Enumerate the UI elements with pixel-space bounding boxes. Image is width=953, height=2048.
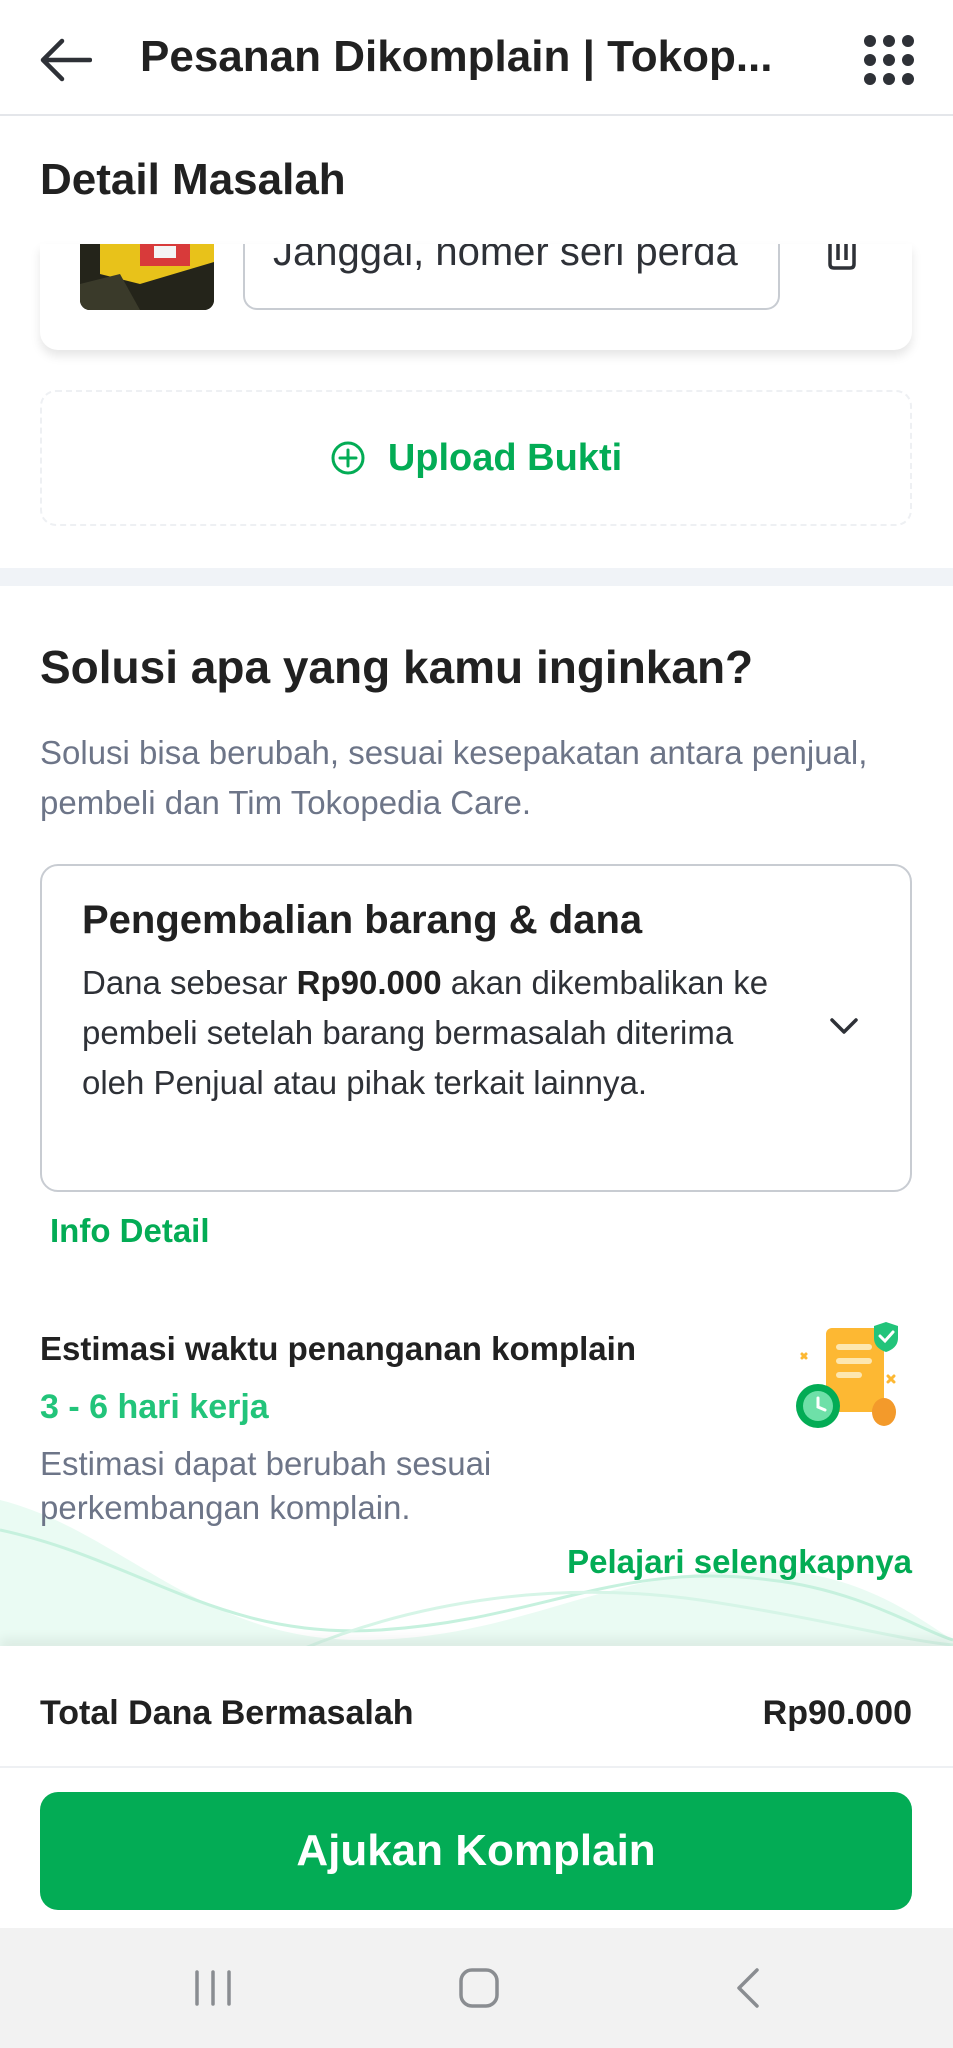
plus-circle-icon [331, 441, 365, 475]
total-value: Rp90.000 [762, 1694, 912, 1732]
arrow-left-icon [40, 38, 92, 82]
solution-subtitle: Solusi bisa berubah, sesuai kesepakatan … [40, 734, 868, 821]
summary-divider [0, 1766, 953, 1768]
trash-icon [828, 244, 856, 270]
refund-amount: Rp90.000 [296, 964, 442, 1001]
evidence-description-field[interactable]: Janggal, nomer seri perda [243, 244, 780, 310]
section-title-solution: Solusi apa yang kamu inginkan? [40, 641, 754, 693]
chevron-left-icon [737, 1968, 759, 2008]
estimate-note: Estimasi dapat berubah sesuai perkembang… [40, 1445, 492, 1526]
back-button[interactable] [34, 28, 98, 92]
recent-apps-button[interactable] [183, 1958, 243, 2018]
home-icon [459, 1968, 499, 2008]
home-button[interactable] [449, 1958, 509, 2018]
section-divider [0, 568, 953, 586]
estimate-days: 3 - 6 hari kerja [40, 1388, 269, 1426]
recent-apps-icon [195, 1970, 231, 2006]
solution-description: Dana sebesar Rp90.000 akan dikembalikan … [82, 964, 769, 1101]
grid-menu-icon[interactable] [864, 30, 920, 90]
estimate-title: Estimasi waktu penanganan komplain [40, 1330, 636, 1367]
chevron-down-icon[interactable] [824, 1006, 864, 1046]
back-nav-button[interactable] [718, 1958, 778, 2018]
evidence-card: Janggal, nomer seri perda [40, 244, 912, 350]
solution-select[interactable]: Pengembalian barang & dana Dana sebesar … [40, 864, 912, 1192]
bottom-summary-bar: Total Dana Bermasalah Rp90.000 Ajukan Ko… [0, 1646, 953, 1928]
submit-complaint-label: Ajukan Komplain [296, 1826, 656, 1875]
document-clock-illustration [796, 1322, 898, 1428]
submit-complaint-button[interactable]: Ajukan Komplain [40, 1792, 912, 1910]
total-label: Total Dana Bermasalah [40, 1694, 414, 1732]
evidence-description-text: Janggal, nomer seri perda [273, 244, 738, 274]
system-navigation-bar [0, 1928, 953, 2048]
solution-name: Pengembalian barang & dana [82, 898, 643, 942]
delete-evidence-button[interactable] [822, 244, 862, 280]
section-title-detail: Detail Masalah [40, 155, 346, 204]
evidence-thumbnail[interactable] [80, 244, 214, 310]
upload-evidence-label: Upload Bukti [387, 436, 623, 479]
learn-more-link[interactable]: Pelajari selengkapnya [546, 1543, 912, 1581]
page-title: Pesanan Dikomplain | Tokop... [140, 32, 773, 81]
info-detail-link[interactable]: Info Detail [50, 1212, 210, 1250]
app-bar: Pesanan Dikomplain | Tokop... [0, 0, 953, 116]
upload-evidence-button[interactable]: Upload Bukti [40, 390, 912, 526]
